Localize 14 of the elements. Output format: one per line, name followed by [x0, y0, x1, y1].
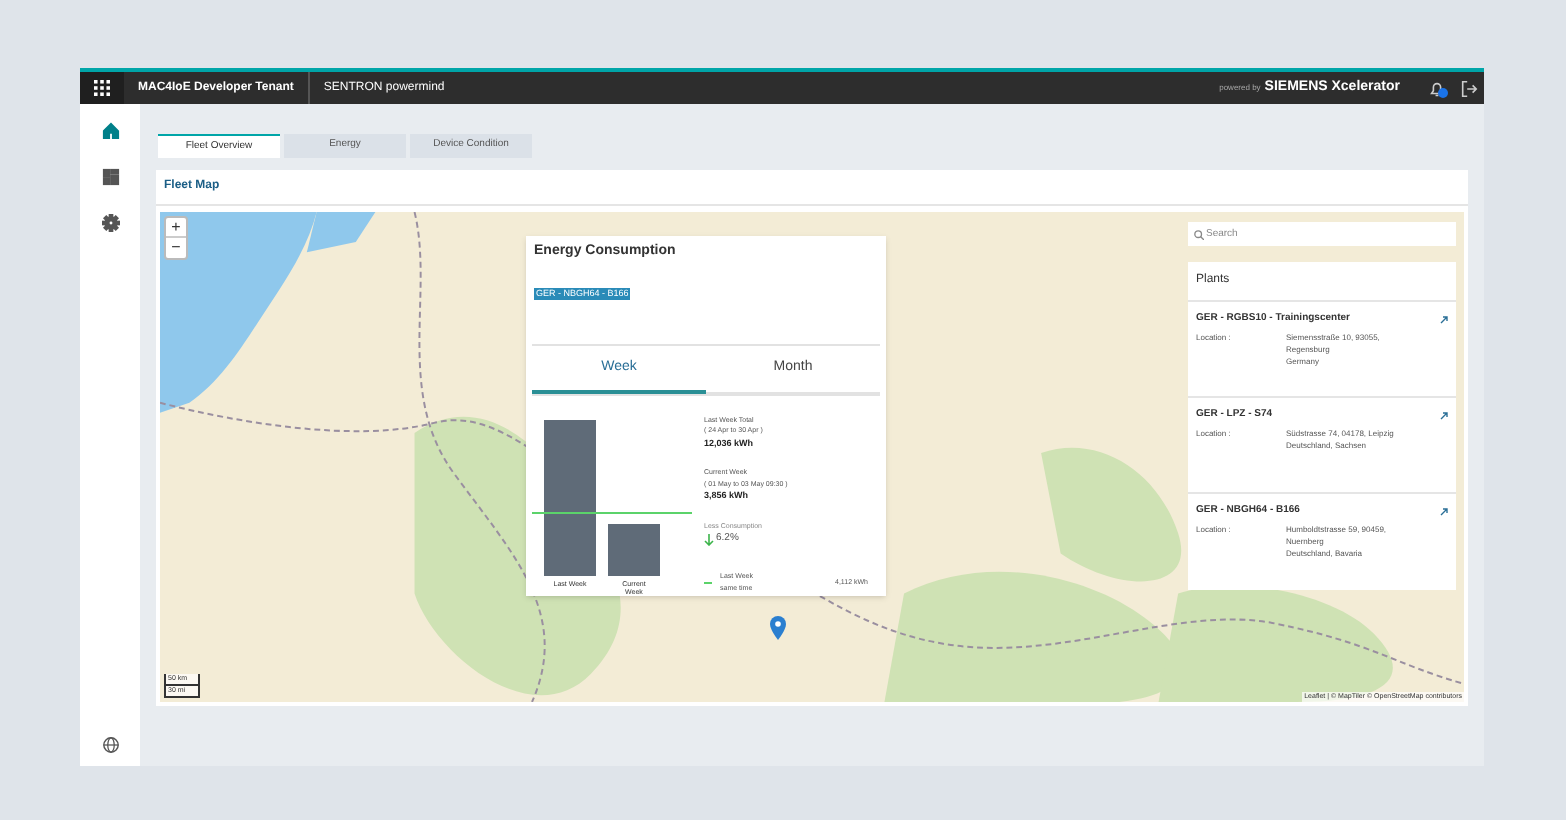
settings-icon[interactable] [100, 212, 120, 232]
location-pin-icon[interactable] [770, 616, 786, 640]
app-launcher-icon[interactable] [80, 72, 124, 104]
external-link-icon[interactable] [1440, 411, 1448, 420]
logout-icon[interactable] [1456, 76, 1480, 100]
external-link-icon[interactable] [1440, 315, 1448, 324]
dashboard-icon[interactable] [100, 166, 120, 186]
home-icon[interactable] [100, 120, 120, 140]
down-arrow-icon [704, 533, 714, 545]
zoom-out-button[interactable]: − [166, 238, 186, 258]
external-link-icon[interactable] [1440, 507, 1448, 516]
search-icon [1194, 229, 1204, 239]
globe-icon[interactable] [100, 734, 120, 754]
zoom-in-button[interactable]: + [166, 218, 186, 238]
